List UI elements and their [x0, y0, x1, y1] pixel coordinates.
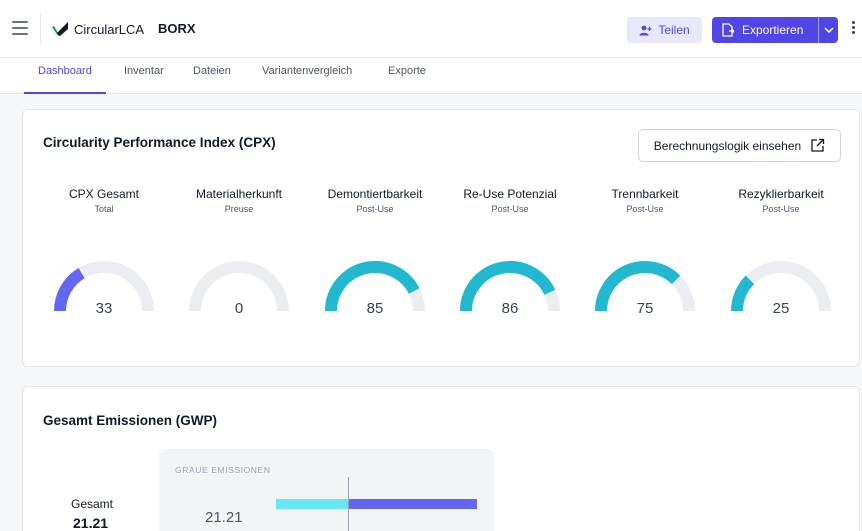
- emissions-title: Gesamt Emissionen (GWP): [43, 413, 218, 428]
- gauge-label: CPX Gesamt: [68, 187, 140, 201]
- gauge-value: 25: [772, 300, 790, 317]
- gauge-sublabel: Preuse: [224, 204, 254, 214]
- share-user-icon: [639, 25, 652, 35]
- gauge-4: Trennbarkeit Post-Use 75: [577, 187, 713, 317]
- export-main[interactable]: Exportieren: [712, 17, 818, 43]
- divider: [40, 14, 41, 44]
- tab-variantenvergleich[interactable]: Variantenvergleich: [262, 65, 352, 93]
- gauge-sublabel: Post-Use: [626, 204, 664, 214]
- export-button[interactable]: Exportieren: [712, 17, 838, 43]
- share-button[interactable]: Teilen: [627, 17, 702, 43]
- chevron-down-icon: [823, 27, 834, 33]
- gauge-value: 85: [366, 300, 384, 317]
- gauge-sublabel: Post-Use: [356, 204, 394, 214]
- export-dropdown-toggle[interactable]: [818, 17, 838, 43]
- project-name: BORX: [158, 21, 196, 36]
- gauge-label: Demontiertbarkeit: [327, 187, 423, 201]
- grey-emissions-panel: GRAUE EMISSIONEN 21.21: [159, 449, 494, 531]
- gauge-5: Rezyklierbarkeit Post-Use 25: [713, 187, 849, 317]
- gauge-sublabel: Total: [94, 204, 114, 214]
- gauge-label: Trennbarkeit: [611, 187, 679, 201]
- gauge-1: Materialherkunft Preuse 0: [171, 187, 307, 317]
- emissions-card: Gesamt Emissionen (GWP) GRAUE EMISSIONEN…: [22, 386, 860, 531]
- top-bar: CircularLCA BORX Teilen Exportieren: [0, 0, 862, 58]
- external-link-icon: [811, 138, 825, 152]
- tab-exporte[interactable]: Exporte: [388, 65, 426, 93]
- gauge-value: 0: [234, 300, 244, 317]
- gauge-value: 33: [95, 300, 113, 317]
- tab-dateien[interactable]: Dateien: [193, 65, 231, 93]
- emission-bar-negative: [276, 499, 348, 509]
- gauge-0: CPX Gesamt Total 33: [36, 187, 172, 317]
- app-name[interactable]: CircularLCA: [74, 22, 144, 37]
- menu-icon[interactable]: [12, 21, 28, 35]
- cpx-title: Circularity Performance Index (CPX): [43, 135, 276, 150]
- tab-bar: Dashboard Inventar Dateien Variantenverg…: [0, 58, 862, 94]
- tab-dashboard[interactable]: Dashboard: [24, 65, 106, 94]
- calculation-logic-label: Berechnungslogik einsehen: [653, 138, 802, 153]
- gauge-sublabel: Post-Use: [762, 204, 800, 214]
- cpx-card: Circularity Performance Index (CPX) Bere…: [22, 109, 860, 367]
- total-value: 21.21: [73, 515, 109, 531]
- total-label: Gesamt: [71, 497, 114, 511]
- gauge-label: Materialherkunft: [195, 187, 283, 201]
- tab-inventar[interactable]: Inventar: [124, 65, 164, 93]
- logo-icon: [52, 22, 68, 36]
- gauge-sublabel: Post-Use: [491, 204, 529, 214]
- share-label: Teilen: [658, 23, 690, 37]
- emission-bar-positive: [349, 499, 477, 509]
- gauge-2: Demontiertbarkeit Post-Use 85: [307, 187, 443, 317]
- gauge-value: 75: [636, 300, 654, 317]
- gauge-label: Rezyklierbarkeit: [738, 187, 824, 201]
- gauge-label: Re-Use Potenzial: [463, 187, 557, 201]
- gauge-3: Re-Use Potenzial Post-Use 86: [442, 187, 578, 317]
- gauge-value: 86: [501, 300, 519, 317]
- export-label: Exportieren: [742, 23, 804, 37]
- more-vertical-icon[interactable]: [852, 21, 858, 37]
- export-file-icon: [722, 23, 734, 37]
- grey-emissions-label: GRAUE EMISSIONEN: [175, 465, 271, 475]
- grey-emissions-value: 21.21: [205, 509, 243, 526]
- calculation-logic-button[interactable]: Berechnungslogik einsehen: [638, 129, 841, 162]
